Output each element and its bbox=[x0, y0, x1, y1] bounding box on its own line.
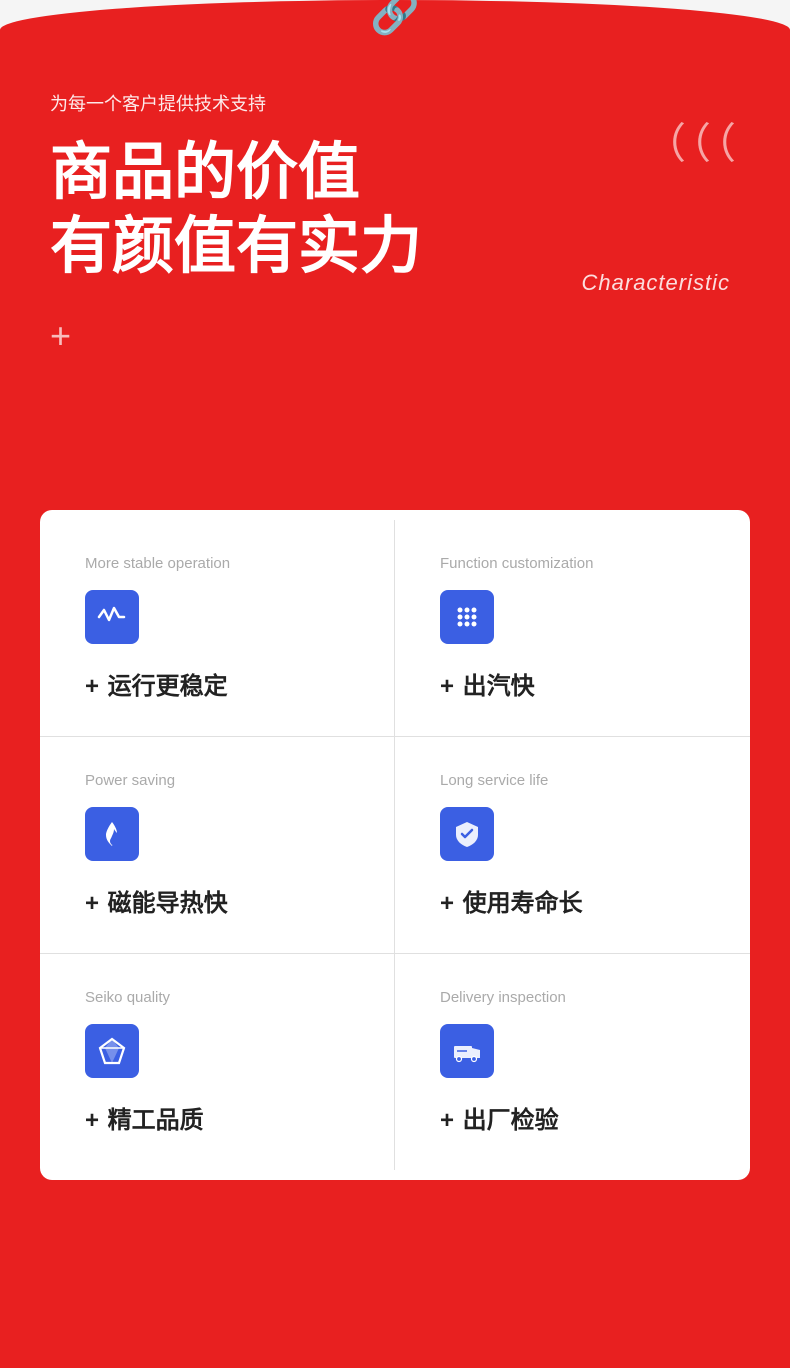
wave-icon-box bbox=[85, 590, 139, 644]
feature-title-custom: + 出汽快 bbox=[440, 666, 705, 701]
feature-label-stable: More stable operation bbox=[85, 555, 349, 572]
feature-title-stable: + 运行更稳定 bbox=[85, 666, 349, 701]
feature-cell-power: Power saving + 磁能导热快 bbox=[40, 737, 395, 954]
top-white-area: 🔗 bbox=[0, 0, 790, 50]
diamond-icon-box bbox=[85, 1024, 139, 1078]
flame-icon bbox=[97, 819, 127, 849]
feature-cell-stable: More stable operation + 运行更稳定 bbox=[40, 520, 395, 737]
feature-title-seiko: + 精工品质 bbox=[85, 1100, 349, 1135]
main-title: 商品的价值 有颜值有实力 bbox=[50, 136, 740, 285]
hero-plus: + bbox=[50, 315, 740, 357]
quote-marks: （（（ bbox=[644, 110, 740, 171]
wave-icon bbox=[97, 602, 127, 632]
dots-icon bbox=[452, 602, 482, 632]
feature-label-delivery: Delivery inspection bbox=[440, 989, 705, 1006]
characteristic-label: Characteristic bbox=[582, 270, 730, 296]
feature-title-delivery: + 出厂检验 bbox=[440, 1100, 705, 1135]
features-grid: More stable operation + 运行更稳定 Function c… bbox=[40, 520, 750, 1170]
truck-icon bbox=[452, 1036, 482, 1066]
feature-label-power: Power saving bbox=[85, 772, 349, 789]
plus-delivery: + bbox=[440, 1107, 454, 1134]
feature-cell-seiko: Seiko quality + 精工品质 bbox=[40, 954, 395, 1170]
title-line2: 有颜值有实力 bbox=[50, 212, 422, 281]
hero-section: 为每一个客户提供技术支持 （（（ 商品的价值 有颜值有实力 Characteri… bbox=[0, 50, 790, 510]
feature-label-custom: Function customization bbox=[440, 555, 705, 572]
product-icon: 🔗 bbox=[370, 0, 420, 37]
feature-title-life: + 使用寿命长 bbox=[440, 883, 705, 918]
diamond-icon bbox=[97, 1036, 127, 1066]
plus-custom: + bbox=[440, 673, 454, 700]
plus-life: + bbox=[440, 890, 454, 917]
plus-power: + bbox=[85, 890, 99, 917]
shield-icon bbox=[452, 819, 482, 849]
dots-icon-box bbox=[440, 590, 494, 644]
feature-title-power: + 磁能导热快 bbox=[85, 883, 349, 918]
plus-seiko: + bbox=[85, 1107, 99, 1134]
plus-stable: + bbox=[85, 673, 99, 700]
feature-cell-delivery: Delivery inspection + 出厂检验 bbox=[395, 954, 750, 1170]
feature-cell-life: Long service life + 使用寿命长 bbox=[395, 737, 750, 954]
flame-icon-box bbox=[85, 807, 139, 861]
feature-label-life: Long service life bbox=[440, 772, 705, 789]
truck-icon-box bbox=[440, 1024, 494, 1078]
features-card: More stable operation + 运行更稳定 Function c… bbox=[40, 510, 750, 1180]
title-line1: 商品的价值 bbox=[50, 138, 360, 207]
subtitle: 为每一个客户提供技术支持 bbox=[50, 90, 740, 116]
card-section: More stable operation + 运行更稳定 Function c… bbox=[0, 510, 790, 1240]
feature-label-seiko: Seiko quality bbox=[85, 989, 349, 1006]
shield-icon-box bbox=[440, 807, 494, 861]
feature-cell-custom: Function customization + bbox=[395, 520, 750, 737]
